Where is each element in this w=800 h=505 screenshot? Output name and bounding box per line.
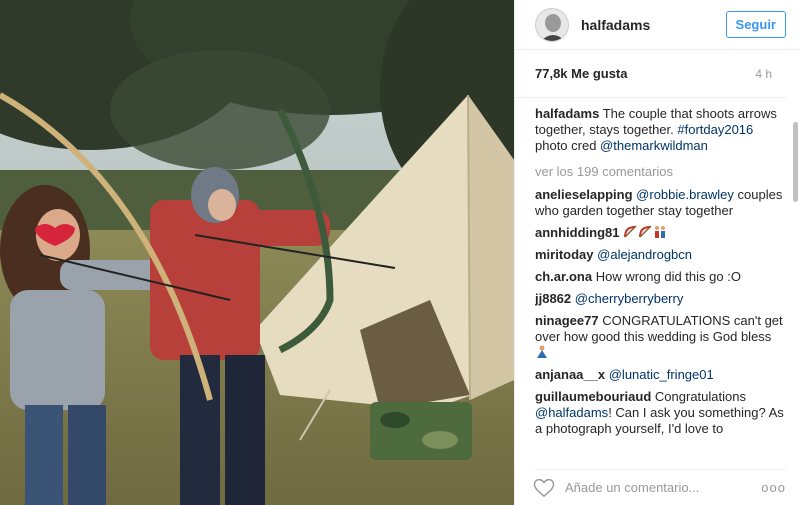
comment-username[interactable]: anelieselapping: [535, 187, 633, 202]
caption: halfadams The couple that shoots arrows …: [535, 106, 788, 154]
post-time[interactable]: 4 h: [755, 67, 772, 81]
post-photo[interactable]: [0, 0, 514, 505]
instagram-post: halfadams Seguir 77,8k Me gusta 4 h half…: [0, 0, 800, 505]
comment-mention[interactable]: @halfadams: [535, 405, 608, 420]
caption-hashtag[interactable]: #fortday2016: [677, 122, 753, 137]
heart-icon[interactable]: [533, 478, 555, 498]
comment-username[interactable]: guillaumebouriaud: [535, 389, 651, 404]
view-all-comments-link[interactable]: ver los 199 comentarios: [535, 164, 788, 180]
comment-username[interactable]: jj8862: [535, 291, 571, 306]
caption-username[interactable]: halfadams: [535, 106, 599, 121]
comment: miritoday @alejandrogbcn: [535, 247, 788, 263]
bow-arrow-emoji: [624, 225, 637, 238]
praying-emoji: [537, 345, 547, 358]
comment-username[interactable]: ch.ar.ona: [535, 269, 592, 284]
comment: annhidding81: [535, 225, 788, 241]
couple-emoji: [655, 226, 666, 238]
comment-username[interactable]: annhidding81: [535, 225, 620, 240]
post-header: halfadams Seguir: [515, 0, 800, 50]
post-meta: 77,8k Me gusta 4 h: [515, 50, 786, 98]
comment: ninagee77 CONGRATULATIONS can't get over…: [535, 313, 788, 361]
bow-arrow-emoji: [639, 225, 652, 238]
add-comment-input[interactable]: [565, 480, 762, 495]
comment: ch.ar.ona How wrong did this go :O: [535, 269, 788, 285]
comment-mention[interactable]: @alejandrogbcn: [597, 247, 692, 262]
comments-list: halfadams The couple that shoots arrows …: [535, 106, 788, 457]
follow-button[interactable]: Seguir: [725, 11, 786, 38]
avatar[interactable]: [535, 7, 569, 42]
caption-mention[interactable]: @themarkwildman: [600, 138, 708, 153]
username[interactable]: halfadams: [581, 17, 726, 33]
comment: guillaumebouriaud Congratulations @halfa…: [535, 389, 788, 437]
archery-couple-photo: [0, 0, 514, 505]
comment: anjanaa__x @lunatic_fringe01: [535, 367, 788, 383]
avatar-image: [536, 8, 568, 41]
post-side-panel: halfadams Seguir 77,8k Me gusta 4 h half…: [514, 0, 800, 505]
comment-text: How wrong did this go :O: [595, 269, 741, 284]
comment-username[interactable]: ninagee77: [535, 313, 599, 328]
comment-mention[interactable]: @lunatic_fringe01: [609, 367, 714, 382]
comments-scrollbar[interactable]: [793, 122, 798, 202]
comment: jj8862 @cherryberryberry: [535, 291, 788, 307]
comment-mention[interactable]: @robbie.brawley: [636, 187, 734, 202]
comment-mention[interactable]: @cherryberryberry: [575, 291, 684, 306]
likes-count[interactable]: 77,8k Me gusta: [535, 66, 628, 81]
comment-text: Congratulations: [654, 389, 746, 404]
comment-username[interactable]: miritoday: [535, 247, 594, 262]
comment: anelieselapping @robbie.brawley couples …: [535, 187, 788, 219]
post-footer: ooo: [533, 469, 786, 505]
comment-username[interactable]: anjanaa__x: [535, 367, 605, 382]
caption-text-2: photo cred: [535, 138, 601, 153]
more-options-button[interactable]: ooo: [761, 480, 786, 495]
